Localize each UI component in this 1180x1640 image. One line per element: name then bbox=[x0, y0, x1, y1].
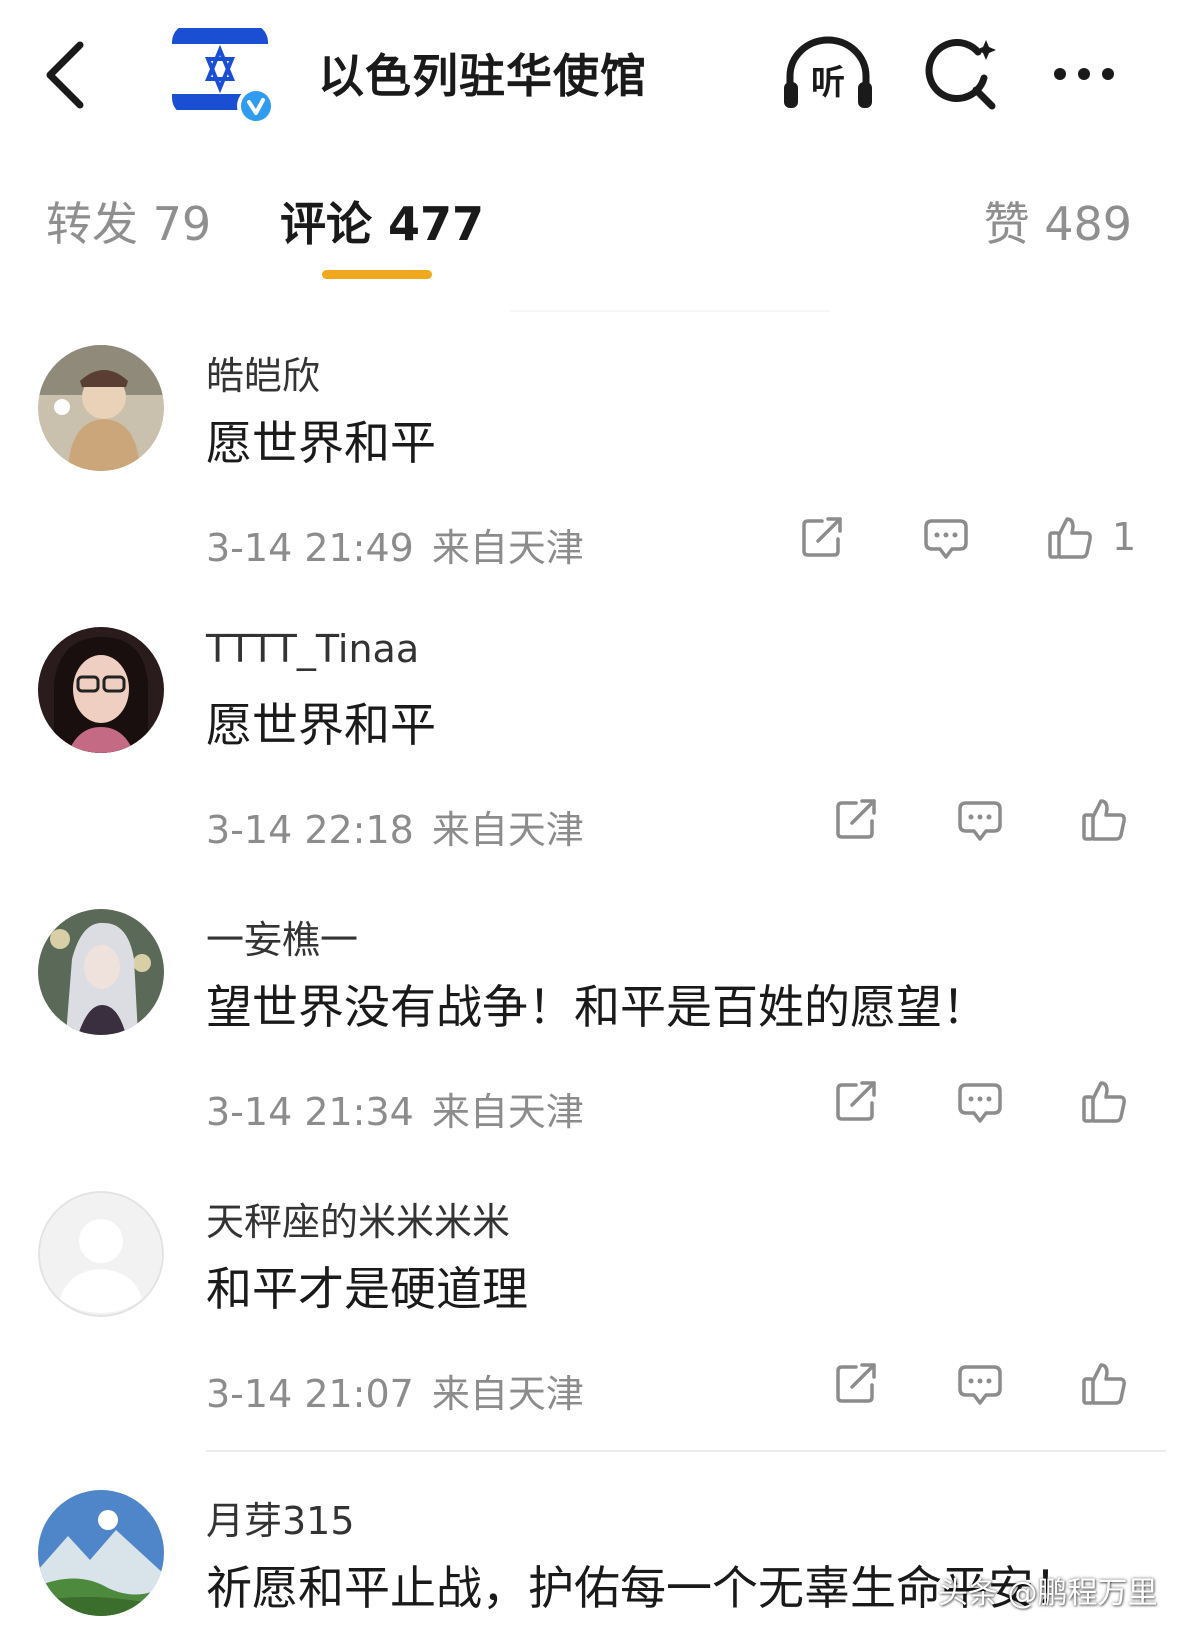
comment-bubble-icon bbox=[958, 801, 1002, 841]
comment-item: 天秤座的米米米米 和平才是硬道理 3-14 21:07 来自天津 bbox=[0, 1191, 1180, 1473]
share-icon bbox=[802, 517, 842, 557]
listen-label: 听 bbox=[811, 63, 845, 103]
comment-username[interactable]: 一妄樵一 bbox=[206, 909, 358, 964]
comment-time: 3-14 21:34 bbox=[206, 1090, 414, 1134]
top-bar: 以色列驻华使馆 听 bbox=[0, 0, 1180, 150]
verified-badge-icon bbox=[237, 87, 275, 125]
tab-bar: 转发 79 评论 477 赞 489 bbox=[0, 180, 1180, 312]
thumbs-up-icon bbox=[1082, 1081, 1126, 1123]
avatar[interactable] bbox=[38, 1490, 164, 1616]
comment-location: 来自天津 bbox=[431, 526, 584, 570]
watermark: 头条 @鹏程万里 bbox=[938, 1576, 1158, 1611]
comment-time: 3-14 21:07 bbox=[206, 1372, 414, 1416]
page-title: 以色列驻华使馆 bbox=[318, 49, 647, 103]
thumbs-up-icon bbox=[1048, 517, 1092, 559]
share-button[interactable] bbox=[798, 507, 846, 567]
share-button[interactable] bbox=[832, 789, 880, 849]
share-icon bbox=[836, 1081, 876, 1121]
comment-bubble-icon bbox=[924, 519, 968, 559]
back-arrow-icon bbox=[46, 41, 84, 109]
share-icon bbox=[836, 799, 876, 839]
listen-button[interactable]: 听 bbox=[780, 34, 876, 114]
comment-location: 来自天津 bbox=[431, 808, 584, 852]
like-button[interactable]: 1 bbox=[1046, 507, 1136, 567]
back-button[interactable] bbox=[38, 35, 98, 115]
comment-bubble-icon bbox=[958, 1083, 1002, 1123]
comment-meta: 3-14 21:07 来自天津 bbox=[206, 1363, 584, 1418]
more-dots-icon bbox=[1054, 68, 1114, 80]
avatar[interactable] bbox=[38, 627, 164, 753]
like-count: 1 bbox=[1112, 515, 1137, 559]
share-button[interactable] bbox=[832, 1071, 880, 1131]
comment-username[interactable]: 月芽315 bbox=[206, 1490, 355, 1545]
comment-text: 愿世界和平 bbox=[206, 698, 436, 752]
share-button[interactable] bbox=[832, 1353, 880, 1413]
search-spark-icon bbox=[925, 39, 996, 110]
comment-username[interactable]: 天秤座的米米米米 bbox=[206, 1191, 510, 1246]
comment-text: 望世界没有战争！和平是百姓的愿望！ bbox=[206, 980, 988, 1034]
more-button[interactable] bbox=[1050, 54, 1130, 94]
avatar[interactable] bbox=[38, 909, 164, 1035]
comment-item: 一妄樵一 望世界没有战争！和平是百姓的愿望！ 3-14 21:34 来自天津 bbox=[0, 909, 1180, 1191]
comment-username[interactable]: TTTT_Tinaa bbox=[206, 627, 419, 671]
comment-meta: 3-14 21:34 来自天津 bbox=[206, 1081, 584, 1136]
comment-bubble-icon bbox=[958, 1365, 1002, 1405]
comment-meta: 3-14 21:49 来自天津 bbox=[206, 517, 584, 572]
reply-button[interactable] bbox=[956, 1071, 1004, 1131]
reply-button[interactable] bbox=[922, 507, 970, 567]
comment-item: 月芽315 祈愿和平止战，护佑每一个无辜生命平安！ bbox=[0, 1490, 1180, 1640]
account-avatar[interactable] bbox=[172, 24, 278, 128]
thumbs-up-icon bbox=[1082, 1363, 1126, 1405]
reply-button[interactable] bbox=[956, 789, 1004, 849]
share-icon bbox=[836, 1363, 876, 1403]
comment-time: 3-14 22:18 bbox=[206, 808, 414, 852]
tab-like[interactable]: 赞 489 bbox=[984, 188, 1132, 254]
comment-username[interactable]: 皓皑欣 bbox=[206, 345, 320, 400]
thumbs-up-icon bbox=[1082, 799, 1126, 841]
comment-time: 3-14 21:49 bbox=[206, 526, 414, 570]
like-button[interactable] bbox=[1080, 1071, 1128, 1131]
avatar[interactable] bbox=[38, 1191, 164, 1317]
comment-text: 和平才是硬道理 bbox=[206, 1262, 528, 1316]
comment-meta: 3-14 22:18 来自天津 bbox=[206, 799, 584, 854]
divider bbox=[206, 1450, 1166, 1452]
reply-button[interactable] bbox=[956, 1353, 1004, 1413]
like-button[interactable] bbox=[1080, 789, 1128, 849]
like-button[interactable] bbox=[1080, 1353, 1128, 1413]
comment-location: 来自天津 bbox=[431, 1090, 584, 1134]
comment-item: 皓皑欣 愿世界和平 3-14 21:49 来自天津 1 bbox=[0, 345, 1180, 627]
comment-location: 来自天津 bbox=[431, 1372, 584, 1416]
avatar[interactable] bbox=[38, 345, 164, 471]
comment-text: 愿世界和平 bbox=[206, 416, 436, 470]
active-tab-indicator bbox=[322, 270, 432, 279]
comment-item: TTTT_Tinaa 愿世界和平 3-14 22:18 来自天津 bbox=[0, 627, 1180, 909]
tab-repost[interactable]: 转发 79 bbox=[46, 188, 211, 254]
israel-flag-avatar bbox=[172, 24, 275, 125]
tab-divider bbox=[510, 310, 830, 312]
headphones-icon: 听 bbox=[784, 36, 872, 108]
tab-comment[interactable]: 评论 477 bbox=[280, 188, 484, 254]
default-avatar-icon bbox=[38, 1191, 164, 1317]
search-button[interactable] bbox=[920, 32, 1004, 116]
